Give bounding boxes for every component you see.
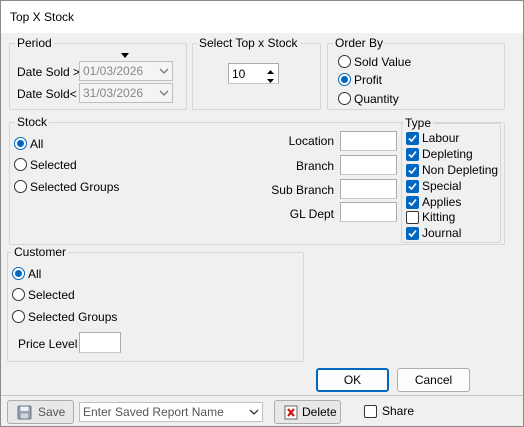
applies-label[interactable]: Applies — [422, 195, 461, 209]
order-profit-label[interactable]: Profit — [354, 73, 382, 87]
stock-selected-label[interactable]: Selected — [30, 158, 77, 172]
date-to-value: 31/03/2026 — [83, 86, 144, 100]
period-group-label: Period — [15, 36, 54, 50]
customer-selected-groups-radio[interactable] — [12, 310, 25, 323]
stock-selected-groups-radio[interactable] — [14, 180, 27, 193]
order-sold-value-radio[interactable] — [338, 55, 351, 68]
chevron-down-icon[interactable] — [156, 84, 172, 102]
delete-button[interactable]: Delete — [274, 400, 341, 424]
chevron-down-icon[interactable] — [156, 62, 172, 80]
branch-label: Branch — [295, 159, 334, 173]
top-x-stock-dialog: Top X Stock Period Date Sold > 01/03/202… — [0, 0, 524, 427]
stock-selected-groups-label[interactable]: Selected Groups — [30, 180, 119, 194]
stock-group-label: Stock — [15, 115, 50, 129]
labour-checkbox[interactable] — [406, 132, 419, 145]
kitting-label[interactable]: Kitting — [422, 210, 455, 224]
non-depleting-checkbox[interactable] — [406, 164, 419, 177]
special-checkbox[interactable] — [406, 180, 419, 193]
depleting-checkbox[interactable] — [406, 148, 419, 161]
customer-selected-label[interactable]: Selected — [28, 288, 75, 302]
spin-down-icon[interactable] — [264, 74, 277, 83]
labour-label[interactable]: Labour — [422, 131, 459, 145]
gl-dept-field[interactable] — [340, 202, 397, 222]
location-label: Location — [288, 134, 334, 148]
delete-icon — [284, 404, 300, 420]
saved-report-placeholder: Enter Saved Report Name — [83, 405, 224, 419]
chevron-down-icon[interactable] — [246, 403, 262, 421]
kitting-checkbox[interactable] — [406, 211, 419, 224]
stock-selected-radio[interactable] — [14, 158, 27, 171]
top-x-label: Select Top x Stock — [197, 36, 300, 50]
price-level-field[interactable] — [79, 332, 121, 353]
order-quantity-radio[interactable] — [338, 92, 351, 105]
customer-group-label: Customer — [12, 245, 69, 259]
sub-branch-label: Sub Branch — [271, 183, 334, 197]
window-title: Top X Stock — [10, 10, 75, 24]
stock-all-radio[interactable] — [14, 137, 27, 150]
special-label[interactable]: Special — [422, 179, 461, 193]
stock-all-label[interactable]: All — [30, 137, 43, 151]
customer-selected-groups-label[interactable]: Selected Groups — [28, 310, 117, 324]
type-group-label: Type — [403, 116, 434, 130]
save-button[interactable]: Save — [7, 400, 74, 424]
customer-all-radio[interactable] — [12, 267, 25, 280]
date-from-value: 01/03/2026 — [83, 64, 144, 78]
floppy-disk-icon — [17, 405, 32, 420]
saved-report-name-combo[interactable]: Enter Saved Report Name — [79, 402, 263, 422]
branch-field[interactable] — [340, 155, 397, 175]
customer-all-label[interactable]: All — [28, 267, 41, 281]
sub-branch-field[interactable] — [340, 179, 397, 199]
calendar-dropdown-icon[interactable] — [120, 49, 130, 58]
cancel-button[interactable]: Cancel — [397, 368, 470, 392]
delete-label: Delete — [302, 405, 337, 419]
order-profit-radio[interactable] — [338, 73, 351, 86]
date-from-picker[interactable]: 01/03/2026 — [79, 61, 173, 81]
date-to-picker[interactable]: 31/03/2026 — [79, 83, 173, 103]
customer-selected-radio[interactable] — [12, 288, 25, 301]
location-field[interactable] — [340, 131, 397, 151]
date-from-label: Date Sold > — [17, 65, 81, 79]
order-sold-value-label[interactable]: Sold Value — [354, 55, 411, 69]
ok-button[interactable]: OK — [316, 368, 389, 392]
order-by-label: Order By — [333, 36, 386, 50]
top-x-value: 10 — [232, 67, 246, 81]
journal-checkbox[interactable] — [406, 227, 419, 240]
journal-label[interactable]: Journal — [422, 226, 461, 240]
order-quantity-label[interactable]: Quantity — [354, 92, 399, 106]
title-bar: Top X Stock — [1, 1, 523, 33]
applies-checkbox[interactable] — [406, 196, 419, 209]
share-checkbox[interactable] — [364, 405, 377, 418]
top-x-stepper[interactable]: 10 — [228, 63, 279, 84]
gl-dept-label: GL Dept — [289, 207, 334, 221]
date-to-label: Date Sold< — [17, 87, 77, 101]
non-depleting-label[interactable]: Non Depleting — [422, 163, 498, 177]
depleting-label[interactable]: Depleting — [422, 147, 473, 161]
share-label[interactable]: Share — [382, 404, 414, 418]
spin-up-icon[interactable] — [264, 65, 277, 74]
price-level-label: Price Level — [18, 337, 78, 351]
save-label: Save — [38, 405, 66, 419]
